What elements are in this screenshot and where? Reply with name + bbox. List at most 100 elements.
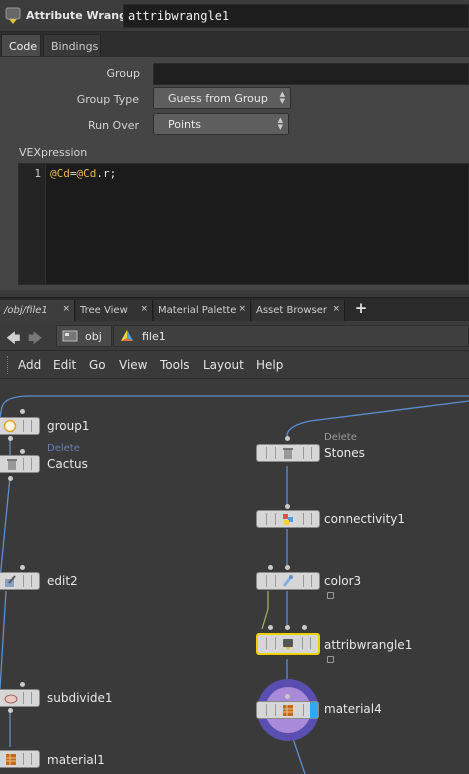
drag-handle[interactable] bbox=[7, 356, 10, 374]
run-over-menu[interactable]: Points ▲ ▼ bbox=[153, 113, 289, 135]
close-icon[interactable]: × bbox=[62, 304, 70, 314]
node-flag-segment bbox=[275, 447, 276, 459]
tab-material-palette[interactable]: Material Palette × bbox=[154, 300, 251, 322]
node-flag-segment bbox=[266, 637, 267, 649]
node-flag-segment bbox=[266, 447, 267, 459]
line-number: 1 bbox=[34, 167, 41, 180]
node-flag-segment bbox=[275, 637, 276, 649]
menu-go[interactable]: Go bbox=[89, 358, 106, 372]
node-flag-segment bbox=[302, 637, 303, 649]
path-bar: 🡄 🡆 obj file1 bbox=[0, 321, 469, 351]
close-icon[interactable]: × bbox=[140, 304, 148, 314]
node-label-stones: Stones bbox=[324, 446, 365, 460]
node-stones[interactable] bbox=[256, 444, 320, 462]
node-attribwrangle1[interactable] bbox=[256, 633, 320, 655]
menu-layout[interactable]: Layout bbox=[203, 358, 244, 372]
group-type-label: Group Type bbox=[76, 93, 139, 106]
input-connector[interactable] bbox=[302, 625, 307, 630]
node-flag-segment bbox=[31, 753, 32, 765]
network-editor-canvas[interactable]: group1 Delete Cactus edit2 subdivide1 ma… bbox=[0, 379, 469, 774]
close-icon[interactable]: × bbox=[238, 304, 246, 314]
node-edit2[interactable] bbox=[0, 572, 40, 590]
node-flag-segment bbox=[31, 692, 32, 704]
node-material4[interactable] bbox=[256, 701, 319, 719]
close-icon[interactable]: × bbox=[332, 304, 340, 314]
code-line[interactable]: @Cd=@Cd.r; bbox=[50, 167, 116, 180]
color-node-icon bbox=[282, 575, 293, 587]
node-flag-segment bbox=[23, 753, 24, 765]
input-connector[interactable] bbox=[285, 504, 290, 509]
line-gutter: 1 bbox=[19, 164, 46, 284]
menu-view[interactable]: View bbox=[119, 358, 147, 372]
run-over-label: Run Over bbox=[87, 119, 139, 132]
network-pane-tabs: /obj/file1 × Tree View × Material Palett… bbox=[0, 297, 469, 322]
back-arrow-icon[interactable]: 🡄 bbox=[6, 328, 20, 352]
node-cactus[interactable] bbox=[0, 455, 40, 473]
parameter-body: Group Group Type Guess from Group ▲ ▼ Run… bbox=[0, 56, 469, 290]
code-token: @Cd bbox=[50, 167, 70, 180]
display-flag[interactable] bbox=[310, 702, 318, 718]
group-field[interactable] bbox=[153, 63, 469, 85]
group-type-menu[interactable]: Guess from Group ▲ ▼ bbox=[153, 87, 291, 109]
breadcrumb-file1[interactable]: file1 bbox=[113, 325, 469, 347]
input-connector[interactable] bbox=[20, 409, 25, 414]
node-label-subdivide1: subdivide1 bbox=[47, 691, 113, 705]
input-connector[interactable] bbox=[285, 625, 290, 630]
node-subdivide1[interactable] bbox=[0, 689, 40, 707]
input-connector[interactable] bbox=[20, 565, 25, 570]
node-flag-segment bbox=[23, 458, 24, 470]
add-tab-button[interactable]: + bbox=[352, 299, 370, 319]
code-token: .r; bbox=[96, 167, 117, 180]
tab-obj-file1[interactable]: /obj/file1 × bbox=[0, 300, 75, 322]
node-label-connectivity1: connectivity1 bbox=[324, 512, 406, 526]
menu-tools[interactable]: Tools bbox=[160, 358, 190, 372]
tab-tree-view[interactable]: Tree View × bbox=[76, 300, 153, 322]
breadcrumb-obj[interactable]: obj bbox=[56, 325, 112, 347]
input-connector[interactable] bbox=[268, 625, 273, 630]
node-flag-segment bbox=[31, 575, 32, 587]
tab-label: Tree View bbox=[80, 305, 128, 316]
node-comment: Delete bbox=[324, 432, 357, 443]
input-connector[interactable] bbox=[20, 449, 25, 454]
forward-arrow-icon[interactable]: 🡆 bbox=[28, 328, 42, 352]
group-label: Group bbox=[106, 67, 141, 80]
output-connector[interactable] bbox=[8, 436, 13, 441]
menu-add[interactable]: Add bbox=[18, 358, 41, 372]
node-flag-segment bbox=[303, 704, 304, 716]
node-flag-segment bbox=[266, 575, 267, 587]
menu-help[interactable]: Help bbox=[256, 358, 283, 372]
input-connector[interactable] bbox=[268, 565, 273, 570]
material-node-icon bbox=[283, 705, 293, 716]
vex-code-editor[interactable]: 1 @Cd=@Cd.r; bbox=[18, 163, 469, 285]
delete-node-icon bbox=[283, 448, 293, 459]
node-overlay-text: Delete bbox=[47, 443, 80, 454]
node-group1[interactable] bbox=[0, 417, 40, 435]
wrangle-node-icon[interactable] bbox=[4, 6, 22, 26]
lock-icon bbox=[327, 656, 334, 663]
input-connector[interactable] bbox=[285, 565, 290, 570]
tab-code[interactable]: Code bbox=[1, 34, 41, 56]
node-flag-segment bbox=[23, 420, 24, 432]
node-name-field[interactable]: attribwrangle1 bbox=[123, 4, 469, 28]
node-label-cactus: Cactus bbox=[47, 457, 88, 471]
obj-network-icon bbox=[62, 330, 78, 342]
node-flag-segment bbox=[266, 704, 267, 716]
parameter-header: Attribute Wrangle attribwrangle1 bbox=[0, 0, 469, 32]
tab-label: Asset Browser bbox=[256, 305, 328, 316]
output-connector[interactable] bbox=[8, 708, 13, 713]
node-connectivity1[interactable] bbox=[256, 510, 320, 528]
node-color3[interactable] bbox=[256, 572, 320, 590]
updown-arrows-icon: ▲ ▼ bbox=[277, 116, 283, 131]
node-flag-segment bbox=[23, 575, 24, 587]
menu-edit[interactable]: Edit bbox=[53, 358, 76, 372]
input-connector[interactable] bbox=[20, 682, 25, 687]
node-material1[interactable] bbox=[0, 750, 40, 768]
updown-arrows-icon: ▲ ▼ bbox=[279, 90, 285, 105]
connectivity-node-icon bbox=[283, 514, 293, 525]
tab-bindings[interactable]: Bindings bbox=[43, 34, 101, 56]
input-connector[interactable] bbox=[285, 436, 290, 441]
tab-asset-browser[interactable]: Asset Browser × bbox=[252, 300, 345, 322]
node-label-edit2: edit2 bbox=[47, 574, 78, 588]
input-connector[interactable] bbox=[285, 694, 290, 699]
output-connector[interactable] bbox=[8, 476, 13, 481]
